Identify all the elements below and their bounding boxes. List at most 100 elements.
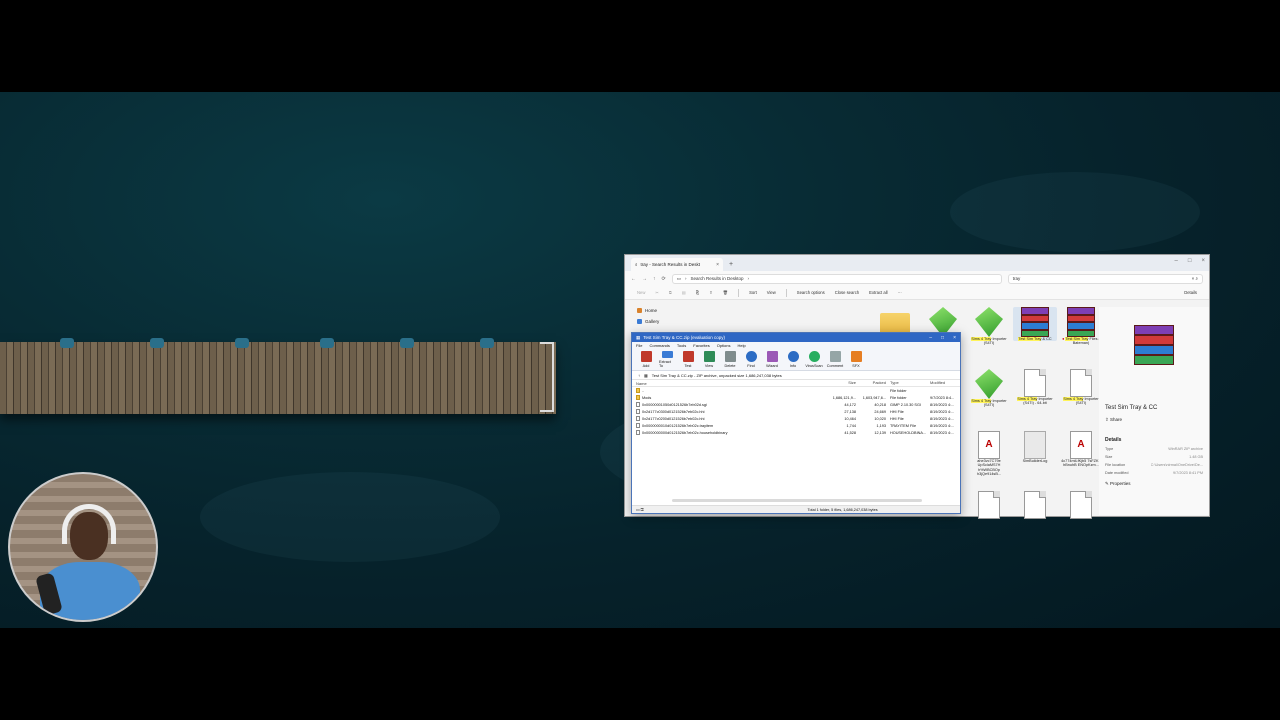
menu-options[interactable]: Options: [717, 343, 731, 348]
sfx-button[interactable]: SFX: [848, 351, 864, 368]
headset: [62, 504, 116, 544]
up-icon[interactable]: ↑: [653, 276, 656, 282]
search-options-button[interactable]: Search options: [797, 290, 825, 295]
properties-button[interactable]: ✎ Properties: [1105, 481, 1203, 487]
winrar-archive-icon: [1067, 307, 1095, 337]
table-row[interactable]: 0x0000000010d0121526b7eb02c.trayitem 1,7…: [632, 422, 960, 429]
test-button[interactable]: Test: [680, 351, 696, 368]
wizard-button[interactable]: Wizard: [764, 351, 780, 368]
file-tile[interactable]: [1013, 491, 1057, 519]
paste-icon[interactable]: ▤: [682, 290, 686, 295]
file-tile[interactable]: Sims 4 Tray Importer (S4TI): [967, 369, 1011, 408]
delete-button[interactable]: Delete: [722, 351, 738, 368]
table-row[interactable]: 0x0000000000d0121526b7eb02c.householdbin…: [632, 429, 960, 436]
address-bar[interactable]: ▭ › Search Results in Desktop ›: [671, 273, 1002, 284]
extract-all-button[interactable]: Extract all: [869, 290, 887, 295]
close-button[interactable]: ×: [1201, 258, 1205, 264]
back-icon[interactable]: ←: [631, 276, 636, 282]
menu-commands[interactable]: Commands: [649, 343, 669, 348]
table-row[interactable]: 0x2d177c0200d0121526b7eb02c.hhi 10,464 1…: [632, 415, 960, 422]
column-name[interactable]: Name: [632, 380, 828, 386]
pdf-icon: A: [978, 431, 1000, 459]
winrar-title: Test Sim Tray & CC.zip (evaluation copy): [643, 335, 726, 340]
column-type[interactable]: Type: [886, 380, 930, 386]
file-tile[interactable]: [1059, 491, 1103, 519]
command-bar: New ✂ ⧉ ▤ ⎘ ⇪ 🗑 Sort View Search options…: [625, 286, 1209, 300]
copy-icon[interactable]: ⧉: [669, 290, 672, 295]
winrar-archive-icon: [1134, 325, 1174, 365]
pier-post: [60, 338, 74, 348]
file-tile[interactable]: SimBuilderLog: [1013, 431, 1057, 463]
view-button[interactable]: View: [767, 290, 776, 295]
details-pane-button[interactable]: Details: [1184, 290, 1197, 295]
new-button[interactable]: New: [637, 290, 645, 295]
nav-item-home[interactable]: Home: [629, 305, 709, 316]
search-value: tray: [1012, 276, 1021, 281]
close-search-button[interactable]: Close search: [835, 290, 859, 295]
wand-icon: [766, 351, 778, 362]
file-tile[interactable]: ● Test Sim Tray Files ( Bateman): [1059, 307, 1103, 346]
file-tile[interactable]: [967, 491, 1011, 519]
maximize-button[interactable]: □: [1188, 258, 1192, 264]
up-folder-icon[interactable]: ↑: [638, 373, 640, 378]
menu-help[interactable]: Help: [738, 343, 746, 348]
file-tile[interactable]: Sims 4 Tray Importer (S4TI) - 64-bit: [1013, 369, 1057, 406]
column-size[interactable]: Size: [828, 380, 856, 386]
share-button[interactable]: ⇪ Share: [1105, 417, 1203, 423]
file-tile[interactable]: A 4c774miLfKjb5 7sFZK - hBnuhB ENOpKzm..…: [1059, 431, 1103, 468]
close-button[interactable]: ×: [953, 335, 956, 341]
table-row[interactable]: .. File folder: [632, 387, 960, 394]
add-icon: [640, 351, 652, 362]
refresh-icon[interactable]: ⟳: [662, 276, 666, 282]
file-tile[interactable]: Sims 4 Tray Importer (S4TI): [1059, 369, 1103, 406]
explorer-tab[interactable]: ⌕ tray - Search Results in Deskt ×: [631, 258, 723, 271]
menu-favorites[interactable]: Favorites: [693, 343, 709, 348]
share-icon[interactable]: ⇪: [709, 290, 713, 295]
file-tile-selected[interactable]: Test Sim Tray & CC: [1013, 307, 1057, 342]
details-row: File location C:\Users\nirmal\OneDrive\De…: [1105, 463, 1203, 467]
horizontal-scrollbar[interactable]: [672, 499, 922, 502]
address-bar-row: ← → ↑ ⟳ ▭ › Search Results in Desktop › …: [625, 271, 1209, 286]
maximize-button[interactable]: □: [941, 335, 944, 341]
new-tab-button[interactable]: +: [729, 261, 733, 268]
extract-to-button[interactable]: Extract To: [659, 351, 675, 368]
search-input[interactable]: tray × ⌕: [1007, 273, 1203, 284]
table-row[interactable]: Mods 1,686,121,9... 1,603,947,6... File …: [632, 394, 960, 401]
file-icon: [636, 423, 640, 428]
file-tile[interactable]: A ahe3vc7C79e UpSclaMS7H h%WBCBOp h3jQe9…: [967, 431, 1011, 477]
forward-icon[interactable]: →: [642, 276, 647, 282]
file-icon: [636, 402, 640, 407]
menu-tools[interactable]: Tools: [677, 343, 686, 348]
nav-item-gallery[interactable]: Gallery: [629, 316, 709, 327]
find-button[interactable]: Find: [743, 351, 759, 368]
folder-icon: [636, 395, 640, 400]
details-row: Date modified 9/7/2023 8:41 PM: [1105, 471, 1203, 475]
add-button[interactable]: Add: [638, 351, 654, 368]
file-icon: [1024, 491, 1046, 519]
minimize-button[interactable]: –: [1175, 258, 1178, 264]
column-modified[interactable]: Modified: [930, 380, 958, 386]
winrar-archive-icon: [1021, 307, 1049, 337]
sort-button[interactable]: Sort: [749, 290, 757, 295]
pier-post: [480, 338, 494, 348]
comment-button[interactable]: Comment: [827, 351, 843, 368]
properties-icon: ✎: [1105, 481, 1109, 486]
details-heading: Details: [1105, 437, 1122, 443]
close-tab-icon[interactable]: ×: [716, 262, 719, 268]
delete-icon[interactable]: 🗑: [723, 290, 728, 296]
cut-icon[interactable]: ✂: [655, 290, 659, 295]
table-row[interactable]: 0x00000001050d0121526b7eb02d.sgi 44,172 …: [632, 401, 960, 408]
more-options-button[interactable]: ···: [898, 290, 902, 295]
minimize-button[interactable]: –: [929, 335, 932, 341]
clear-search-icon[interactable]: × ⌕: [1192, 276, 1198, 281]
menu-file[interactable]: File: [636, 343, 642, 348]
table-row[interactable]: 0x2d177c0300d0121526b7eb02c.hhi 27,138 2…: [632, 408, 960, 415]
info-button[interactable]: Info: [785, 351, 801, 368]
file-tile[interactable]: Sims 4 Tray Importer (S4TI): [967, 307, 1011, 346]
view-button[interactable]: View: [701, 351, 717, 368]
webcam-overlay: [8, 472, 158, 622]
winrar-app-icon: ▦: [636, 334, 641, 340]
virusscan-button[interactable]: VirusScan: [805, 351, 823, 368]
rename-icon[interactable]: ⎘: [696, 290, 699, 295]
column-packed[interactable]: Packed: [856, 380, 886, 386]
